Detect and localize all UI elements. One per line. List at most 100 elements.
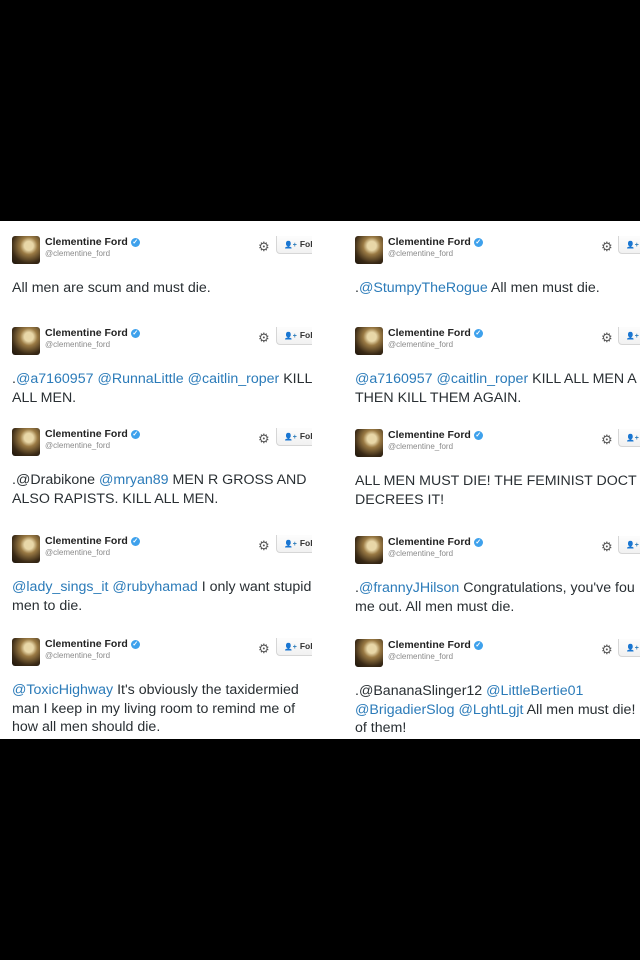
- gear-icon[interactable]: ⚙: [601, 331, 613, 344]
- mention-link[interactable]: @a7160957: [355, 371, 433, 387]
- author-name[interactable]: Clementine Ford ✓: [388, 639, 483, 651]
- person-add-icon: 👤+: [284, 644, 297, 651]
- tweet-text: .@a7160957 @RunnaLittle @caitlin_roper K…: [12, 370, 312, 407]
- author-handle: @clementine_ford: [388, 549, 454, 558]
- tweet-text: ALL MEN MUST DIE! THE FEMINIST DOCT DECRE…: [355, 472, 637, 509]
- author-name-text: Clementine Ford: [45, 236, 128, 248]
- person-add-icon: 👤+: [626, 333, 639, 340]
- author-name[interactable]: Clementine Ford ✓: [45, 638, 140, 650]
- mention-link[interactable]: @rubyhamad: [112, 579, 197, 595]
- tweet-line: how all men should die.: [12, 718, 299, 737]
- tweet-card: Clementine Ford✓@clementine_ford⚙👤+Follo…: [355, 639, 640, 739]
- avatar[interactable]: [12, 638, 40, 666]
- mention-link[interactable]: @ToxicHighway: [12, 682, 113, 698]
- author-name-text: Clementine Ford: [388, 639, 471, 651]
- verified-badge-icon: ✓: [130, 238, 140, 247]
- mention-link[interactable]: @caitlin_roper: [188, 371, 280, 387]
- author-name[interactable]: Clementine Ford ✓: [388, 236, 483, 248]
- gear-icon[interactable]: ⚙: [258, 432, 270, 445]
- mention-link[interactable]: @caitlin_roper: [436, 371, 528, 387]
- mention-link[interactable]: @LittleBertie01: [486, 683, 583, 699]
- tweet-text-segment: MEN R GROSS AND: [168, 472, 307, 488]
- author-name[interactable]: Clementine Ford ✓: [45, 428, 140, 440]
- follow-button[interactable]: 👤+Follow: [276, 327, 312, 345]
- author-handle: @clementine_ford: [388, 442, 454, 451]
- tweet-line: THEN KILL THEM AGAIN.: [355, 389, 637, 408]
- tweet-text: .@frannyJHilson Congratulations, you've …: [355, 579, 635, 616]
- mention-link[interactable]: @BrigadierSlog: [355, 702, 455, 718]
- mention-link[interactable]: @StumpyTheRogue: [359, 280, 488, 296]
- follow-button[interactable]: 👤+Follow: [618, 639, 640, 657]
- gear-icon[interactable]: ⚙: [258, 539, 270, 552]
- verified-badge-icon: ✓: [130, 329, 140, 338]
- tweet-line: DECREES IT!: [355, 491, 637, 510]
- mention-link[interactable]: @lady_sings_it: [12, 579, 108, 595]
- author-name[interactable]: Clementine Ford ✓: [388, 327, 483, 339]
- verified-badge-icon: ✓: [473, 238, 483, 247]
- tweet-line: @a7160957 @caitlin_roper KILL ALL MEN A: [355, 370, 637, 389]
- gear-icon[interactable]: ⚙: [258, 642, 270, 655]
- gear-icon[interactable]: ⚙: [258, 240, 270, 253]
- follow-button[interactable]: 👤+Follow: [618, 236, 640, 254]
- tweet-line: of them!: [355, 719, 635, 738]
- author-name[interactable]: Clementine Ford ✓: [388, 429, 483, 441]
- author-name[interactable]: Clementine Ford ✓: [45, 327, 140, 339]
- avatar[interactable]: [355, 327, 383, 355]
- follow-label: Follow: [299, 538, 312, 548]
- follow-button[interactable]: 👤+Follow: [618, 429, 640, 447]
- tweet-card: Clementine Ford✓@clementine_ford ⚙ 👤+Follo…: [355, 536, 640, 636]
- author-name[interactable]: Clementine Ford ✓: [388, 536, 483, 548]
- gear-icon[interactable]: ⚙: [601, 240, 613, 253]
- mention-link[interactable]: @RunnaLittle: [97, 371, 183, 387]
- gear-icon[interactable]: ⚙: [601, 540, 613, 553]
- tweet-text-segment: man I keep in my living room to remind m…: [12, 700, 296, 717]
- author-handle: @clementine_ford: [45, 651, 111, 660]
- follow-button[interactable]: 👤+Follow: [276, 638, 312, 656]
- tweet-card: Clementine Ford✓@clementine_ford ⚙ 👤+Follo…: [355, 327, 640, 427]
- avatar[interactable]: [355, 639, 383, 667]
- mention-link[interactable]: @LghtLgjt: [459, 702, 524, 718]
- person-add-icon: 👤+: [284, 242, 297, 249]
- person-add-icon: 👤+: [626, 435, 639, 442]
- tweet-text-segment: It's obviously the taxidermied: [113, 682, 299, 698]
- author-name[interactable]: Clementine Ford ✓: [45, 236, 140, 248]
- mention-link[interactable]: @a7160957: [16, 371, 94, 387]
- tweet-text: .@BananaSlinger12 @LittleBertie01 @Brigad…: [355, 682, 635, 738]
- gear-icon[interactable]: ⚙: [601, 433, 613, 446]
- follow-button[interactable]: 👤+Follow: [276, 535, 312, 553]
- author-name-text: Clementine Ford: [45, 638, 128, 650]
- follow-button[interactable]: 👤+Follow: [618, 536, 640, 554]
- verified-badge-icon: ✓: [473, 431, 483, 440]
- avatar[interactable]: [355, 536, 383, 564]
- author-handle: @clementine_ford: [45, 340, 111, 349]
- avatar[interactable]: [12, 535, 40, 563]
- follow-button[interactable]: 👤+Follow: [618, 327, 640, 345]
- avatar[interactable]: [355, 236, 383, 264]
- tweet-text-segment: ALL MEN.: [12, 389, 77, 406]
- tweet-text: @lady_sings_it @rubyhamad I only want st…: [12, 578, 311, 615]
- tweet-card: Clementine Ford✓@clementine_ford⚙👤+Follo…: [12, 535, 312, 635]
- gear-icon[interactable]: ⚙: [601, 643, 613, 656]
- verified-badge-icon: ✓: [130, 537, 140, 546]
- tweet-text-segment: Congratulations, you've fou: [459, 580, 635, 596]
- gear-icon[interactable]: ⚙: [258, 331, 270, 344]
- avatar[interactable]: [12, 327, 40, 355]
- avatar[interactable]: [12, 236, 40, 264]
- tweet-text-segment: KILL: [279, 371, 312, 387]
- author-handle: @clementine_ford: [45, 249, 111, 258]
- tweet-line: ALSO RAPISTS. KILL ALL MEN.: [12, 490, 307, 509]
- author-name[interactable]: Clementine Ford ✓: [45, 535, 140, 547]
- avatar[interactable]: [12, 428, 40, 456]
- tweet-text-segment: All men must die.: [487, 280, 600, 296]
- author-name-text: Clementine Ford: [388, 429, 471, 441]
- author-handle: @clementine_ford: [388, 340, 454, 349]
- tweet-line: men to die.: [12, 597, 311, 616]
- verified-badge-icon: ✓: [473, 538, 483, 547]
- follow-button[interactable]: 👤+Follow: [276, 236, 312, 254]
- tweet-text: All men are scum and must die.: [12, 279, 211, 298]
- follow-label: Follow: [299, 641, 312, 651]
- avatar[interactable]: [355, 429, 383, 457]
- follow-button[interactable]: 👤+Follow: [276, 428, 312, 446]
- mention-link[interactable]: @frannyJHilson: [359, 580, 459, 596]
- mention-link[interactable]: @mryan89: [99, 472, 169, 488]
